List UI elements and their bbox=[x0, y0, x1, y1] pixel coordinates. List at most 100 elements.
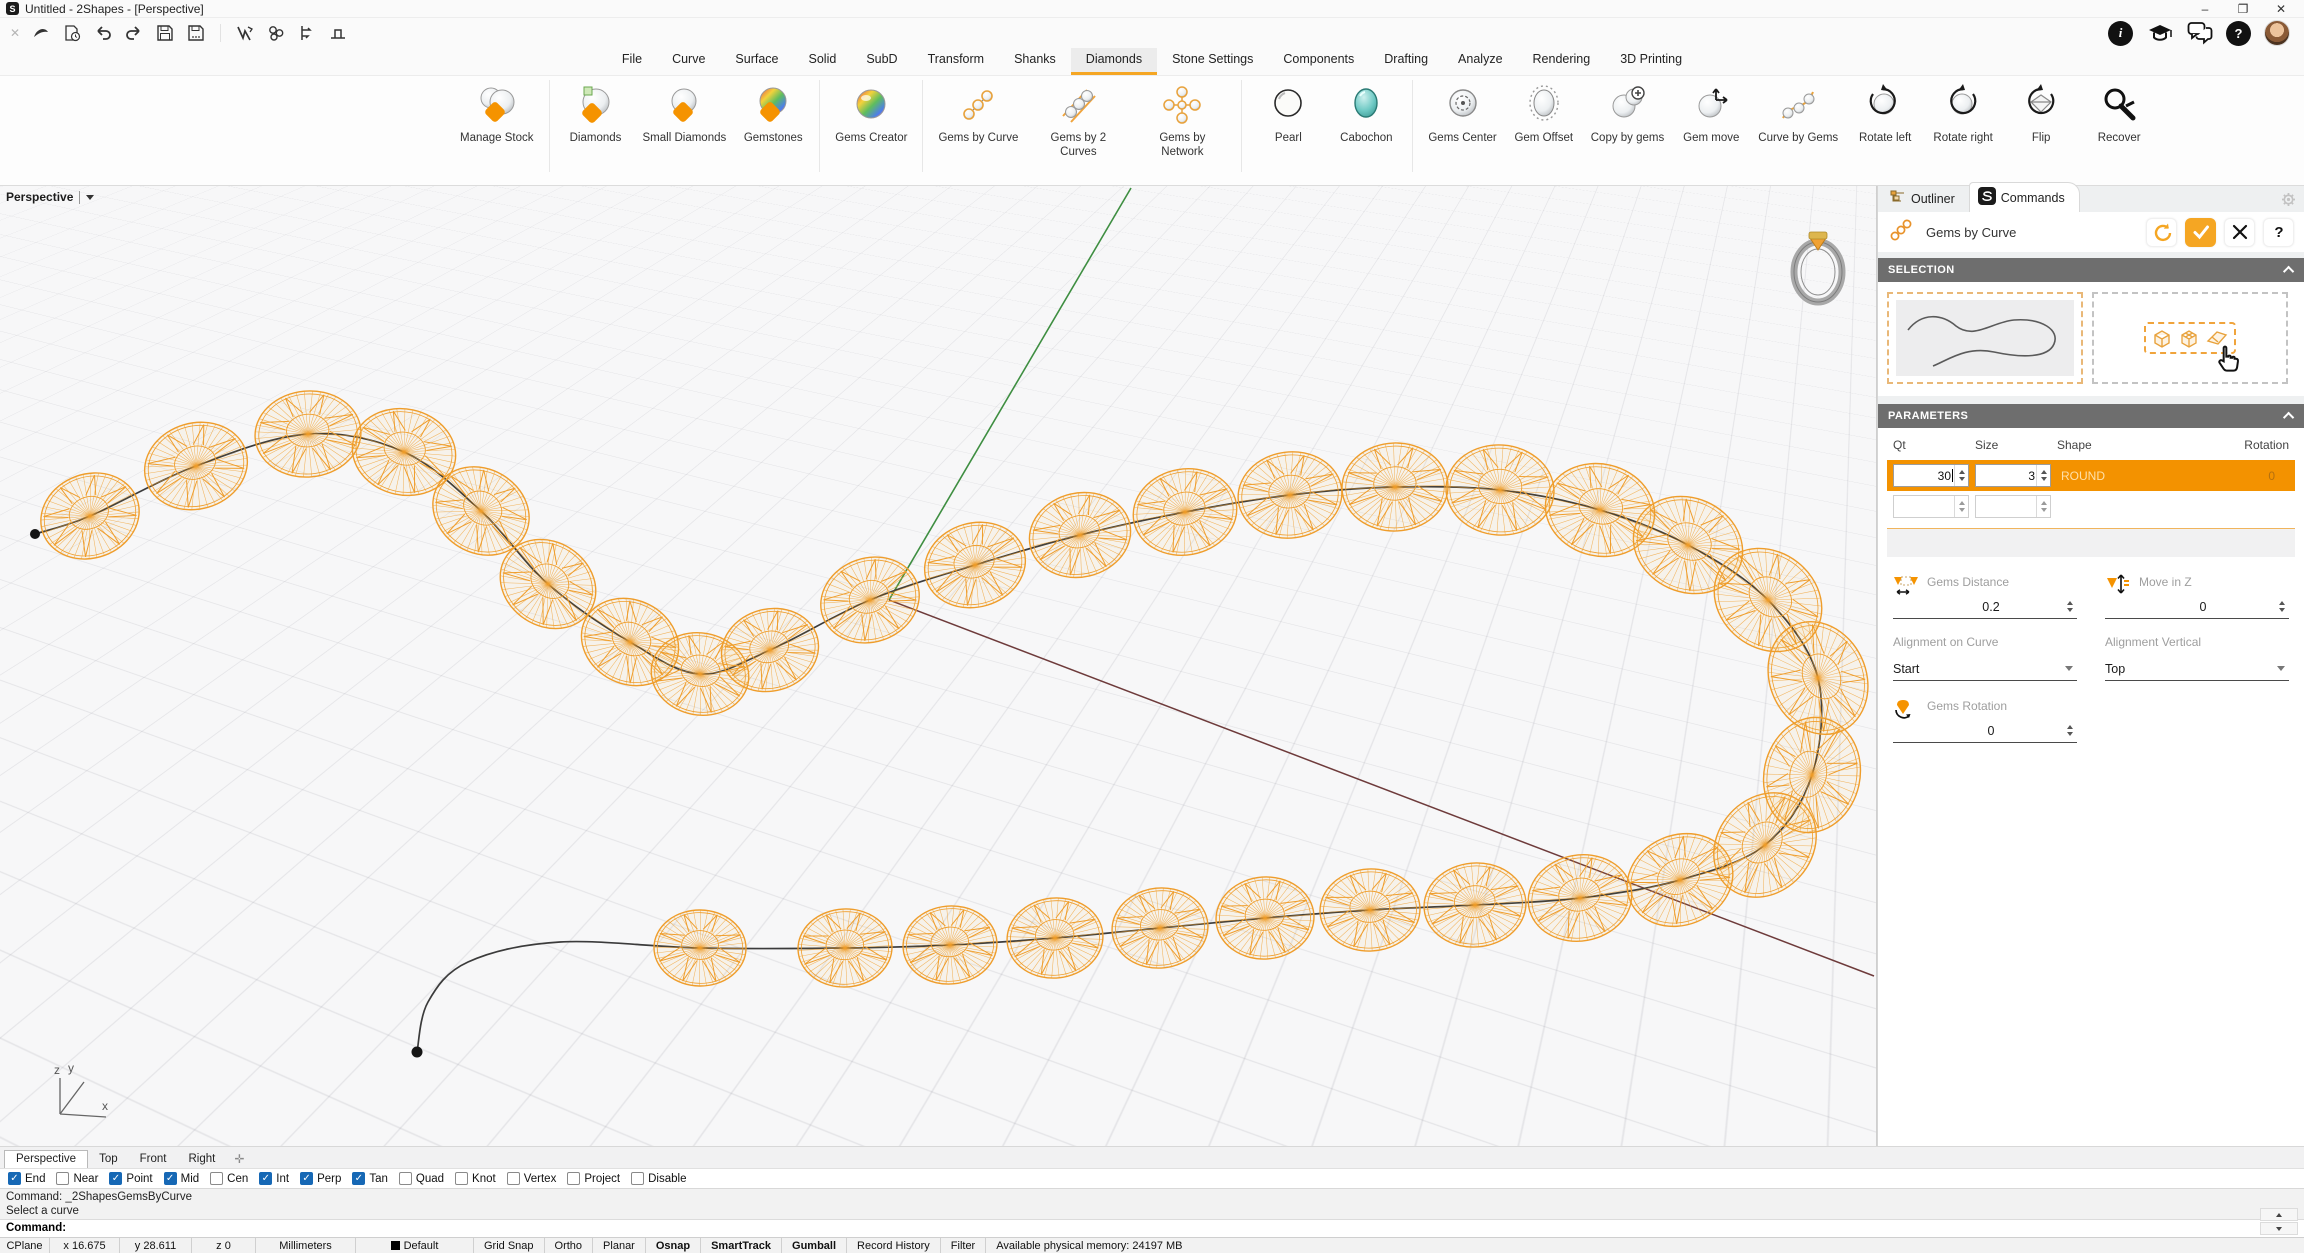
ribbon-tab-transform[interactable]: Transform bbox=[913, 47, 1000, 75]
osnap-quad[interactable]: Quad bbox=[399, 1172, 444, 1185]
checkbox[interactable] bbox=[56, 1172, 69, 1185]
qt-spinner[interactable] bbox=[1954, 465, 1968, 486]
ribbon-button-curve-by-gems[interactable]: Curve by Gems bbox=[1750, 76, 1846, 185]
ribbon-button-rotate-left[interactable]: Rotate left bbox=[1846, 76, 1924, 185]
osnap-vertex[interactable]: Vertex bbox=[507, 1172, 557, 1185]
info-icon[interactable]: i bbox=[2108, 21, 2133, 46]
ribbon-tab-curve[interactable]: Curve bbox=[657, 47, 720, 75]
ribbon-button-manage-stock[interactable]: Manage Stock bbox=[452, 76, 542, 185]
ribbon-tab-solid[interactable]: Solid bbox=[794, 47, 852, 75]
ribbon-tab-3d-printing[interactable]: 3D Printing bbox=[1605, 47, 1697, 75]
ribbon-button-gems-by-network[interactable]: Gems by Network bbox=[1130, 76, 1234, 185]
osnap-disable[interactable]: Disable bbox=[631, 1172, 686, 1185]
osnap-cen[interactable]: Cen bbox=[210, 1172, 248, 1185]
status-x-16-675[interactable]: x 16.675 bbox=[50, 1238, 120, 1253]
gems-distance-input[interactable]: 0.2 bbox=[1893, 595, 2077, 619]
ribbon-button-gems-center[interactable]: Gems Center bbox=[1420, 76, 1504, 185]
curve-selection-preview[interactable] bbox=[1887, 292, 2083, 384]
ribbon-tab-analyze[interactable]: Analyze bbox=[1443, 47, 1517, 75]
ribbon-tab-surface[interactable]: Surface bbox=[720, 47, 793, 75]
size-input[interactable]: 3 bbox=[1975, 464, 2051, 487]
plugins-icon[interactable] bbox=[265, 22, 287, 44]
status-osnap[interactable]: Osnap bbox=[646, 1238, 701, 1253]
gems-rotation-input[interactable]: 0 bbox=[1893, 719, 2077, 743]
status-y-28-611[interactable]: y 28.611 bbox=[120, 1238, 192, 1253]
osnap-tan[interactable]: ✓Tan bbox=[352, 1172, 388, 1185]
qt-input-empty[interactable] bbox=[1893, 495, 1969, 518]
gem-row-2[interactable] bbox=[1887, 491, 2295, 522]
checkbox[interactable]: ✓ bbox=[164, 1172, 177, 1185]
ribbon-tab-components[interactable]: Components bbox=[1268, 47, 1369, 75]
qt-input[interactable]: 30 bbox=[1893, 464, 1969, 487]
collapse-icon[interactable] bbox=[2283, 412, 2294, 423]
close-button[interactable]: ✕ bbox=[2264, 1, 2298, 17]
osnap-project[interactable]: Project bbox=[567, 1172, 620, 1185]
osnap-end[interactable]: ✓End bbox=[8, 1172, 45, 1185]
gems-selection-preview[interactable] bbox=[2092, 292, 2288, 384]
panel-tab-outliner[interactable]: Outliner bbox=[1882, 185, 1969, 212]
view-tab-front[interactable]: Front bbox=[129, 1151, 178, 1168]
status-smarttrack[interactable]: SmartTrack bbox=[701, 1238, 782, 1253]
ribbon-tab-shanks[interactable]: Shanks bbox=[999, 47, 1071, 75]
scroll-down-button[interactable] bbox=[2260, 1222, 2298, 1235]
ribbon-button-gems-creator[interactable]: Gems Creator bbox=[827, 76, 915, 185]
ribbon-button-small-diamonds[interactable]: Small Diamonds bbox=[635, 76, 735, 185]
command-history[interactable]: Command: _2ShapesGemsByCurveSelect a cur… bbox=[0, 1189, 2304, 1220]
ribbon-button-gem-move[interactable]: Gem move bbox=[1672, 76, 1750, 185]
ribbon-button-gems-by-curve[interactable]: Gems by Curve bbox=[930, 76, 1026, 185]
refresh-button[interactable] bbox=[2146, 218, 2177, 247]
osnap-point[interactable]: ✓Point bbox=[109, 1172, 152, 1185]
osnap-knot[interactable]: Knot bbox=[455, 1172, 496, 1185]
checkbox[interactable] bbox=[455, 1172, 468, 1185]
move-in-z-input[interactable]: 0 bbox=[2105, 595, 2289, 619]
checkbox[interactable] bbox=[399, 1172, 412, 1185]
size-input-empty[interactable] bbox=[1975, 495, 2051, 518]
view-tab-top[interactable]: Top bbox=[88, 1151, 129, 1168]
osnap-mid[interactable]: ✓Mid bbox=[164, 1172, 200, 1185]
toolbar-close-icon[interactable]: ✕ bbox=[10, 26, 20, 40]
add-view-icon[interactable]: ✛ bbox=[226, 1150, 252, 1168]
status-default[interactable]: Default bbox=[356, 1238, 474, 1253]
confirm-button[interactable] bbox=[2185, 218, 2216, 247]
status-cplane[interactable]: CPlane bbox=[0, 1238, 50, 1253]
align-icon[interactable] bbox=[296, 22, 318, 44]
ribbon-button-flip[interactable]: Flip bbox=[2002, 76, 2080, 185]
save-incremental-icon[interactable] bbox=[185, 22, 207, 44]
checkbox[interactable] bbox=[631, 1172, 644, 1185]
checkbox[interactable]: ✓ bbox=[259, 1172, 272, 1185]
ribbon-button-gems-by-2-curves[interactable]: Gems by 2 Curves bbox=[1026, 76, 1130, 185]
minimize-button[interactable]: – bbox=[2188, 1, 2222, 17]
brush-icon[interactable] bbox=[30, 22, 52, 44]
parameters-section-header[interactable]: PARAMETERS bbox=[1878, 404, 2304, 428]
ribbon-tab-subd[interactable]: SubD bbox=[851, 47, 912, 75]
viewport-perspective[interactable]: Perspective z y x bbox=[0, 186, 1877, 1146]
ribbon-tab-rendering[interactable]: Rendering bbox=[1518, 47, 1606, 75]
ribbon-tab-file[interactable]: File bbox=[607, 47, 657, 75]
osnap-perp[interactable]: ✓Perp bbox=[300, 1172, 341, 1185]
view-tab-perspective[interactable]: Perspective bbox=[4, 1150, 88, 1168]
view-tab-right[interactable]: Right bbox=[177, 1151, 226, 1168]
status-grid-snap[interactable]: Grid Snap bbox=[474, 1238, 545, 1253]
ribbon-tab-drafting[interactable]: Drafting bbox=[1369, 47, 1443, 75]
gear-icon[interactable] bbox=[2281, 192, 2296, 212]
checkbox[interactable]: ✓ bbox=[352, 1172, 365, 1185]
status-record-history[interactable]: Record History bbox=[847, 1238, 941, 1253]
status-z-0[interactable]: z 0 bbox=[192, 1238, 256, 1253]
checkbox[interactable] bbox=[567, 1172, 580, 1185]
checkbox[interactable]: ✓ bbox=[300, 1172, 313, 1185]
selection-section-header[interactable]: SELECTION bbox=[1878, 258, 2304, 282]
undo-icon[interactable] bbox=[92, 22, 114, 44]
viewport-title[interactable]: Perspective bbox=[6, 190, 94, 204]
panel-tab-commands[interactable]: Commands bbox=[1969, 182, 2080, 212]
command-prompt[interactable]: Command: bbox=[0, 1220, 2304, 1238]
ribbon-tab-diamonds[interactable]: Diamonds bbox=[1071, 47, 1157, 75]
file-history-icon[interactable] bbox=[61, 22, 83, 44]
ribbon-button-recover[interactable]: Recover bbox=[2080, 76, 2158, 185]
size-spinner[interactable] bbox=[2036, 465, 2050, 486]
help-icon[interactable]: ? bbox=[2226, 21, 2251, 46]
chat-icon[interactable] bbox=[2186, 21, 2213, 46]
gem-row-1[interactable]: 30 3 ROUND 0 bbox=[1887, 460, 2295, 491]
shape-value[interactable]: ROUND bbox=[2057, 469, 2229, 483]
status-filter[interactable]: Filter bbox=[941, 1238, 986, 1253]
ribbon-button-gem-offset[interactable]: Gem Offset bbox=[1505, 76, 1583, 185]
